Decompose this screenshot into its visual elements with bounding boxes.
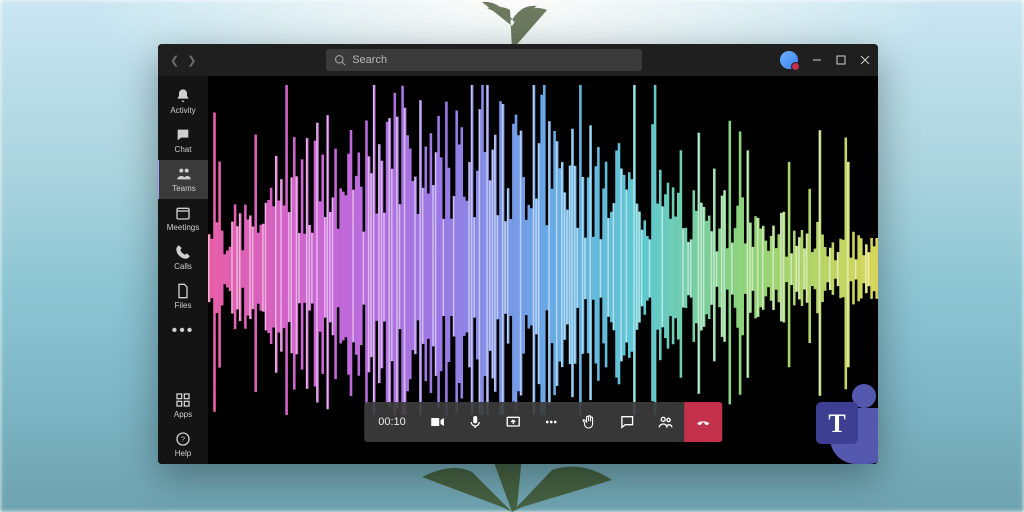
nav-back-button[interactable]: ❮ bbox=[170, 54, 179, 67]
rail-label: Help bbox=[175, 449, 191, 458]
call-timer: 00:10 bbox=[364, 416, 418, 428]
rail-label: Meetings bbox=[167, 223, 199, 232]
mic-button[interactable] bbox=[456, 402, 494, 442]
chat-icon bbox=[619, 414, 635, 430]
hangup-icon bbox=[695, 414, 711, 430]
profile-avatar[interactable] bbox=[780, 51, 798, 69]
titlebar: ❮ ❯ Search bbox=[158, 44, 878, 76]
svg-text:?: ? bbox=[181, 435, 185, 444]
share-screen-icon bbox=[505, 414, 521, 430]
rail-item-meetings[interactable]: Meetings bbox=[158, 199, 208, 238]
teams-window: ❮ ❯ Search Activity Chat Teams bbox=[158, 44, 878, 464]
raise-hand-button[interactable] bbox=[570, 402, 608, 442]
teams-icon bbox=[176, 166, 192, 182]
call-content: 00:10 bbox=[208, 76, 878, 464]
apps-icon bbox=[175, 392, 191, 408]
rail-label: Apps bbox=[174, 410, 192, 419]
call-control-bar: 00:10 bbox=[364, 402, 722, 442]
window-close-button[interactable] bbox=[860, 55, 870, 65]
chat-icon bbox=[175, 127, 191, 143]
help-icon: ? bbox=[175, 431, 191, 447]
rail-label: Files bbox=[175, 301, 192, 310]
rail-item-calls[interactable]: Calls bbox=[158, 238, 208, 277]
microphone-icon bbox=[467, 414, 483, 430]
rail-label: Chat bbox=[175, 145, 192, 154]
app-rail: Activity Chat Teams Meetings Calls Files bbox=[158, 76, 208, 464]
rail-label: Teams bbox=[172, 184, 196, 193]
rail-item-chat[interactable]: Chat bbox=[158, 121, 208, 160]
share-button[interactable] bbox=[494, 402, 532, 442]
phone-icon bbox=[175, 244, 191, 260]
search-icon bbox=[334, 54, 346, 66]
rail-item-files[interactable]: Files bbox=[158, 277, 208, 316]
file-icon bbox=[175, 283, 191, 299]
rail-label: Activity bbox=[170, 106, 195, 115]
video-icon bbox=[429, 414, 445, 430]
participants-button[interactable] bbox=[646, 402, 684, 442]
rail-label: Calls bbox=[174, 262, 192, 271]
more-icon bbox=[543, 414, 559, 430]
rail-item-help[interactable]: ? Help bbox=[158, 425, 208, 464]
camera-button[interactable] bbox=[418, 402, 456, 442]
audio-waveform bbox=[208, 80, 878, 420]
rail-item-teams[interactable]: Teams bbox=[158, 160, 209, 199]
rail-more-button[interactable]: ••• bbox=[172, 316, 195, 346]
nav-forward-button[interactable]: ❯ bbox=[187, 54, 196, 67]
calendar-icon bbox=[175, 205, 191, 221]
search-box[interactable]: Search bbox=[326, 49, 642, 71]
window-minimize-button[interactable] bbox=[812, 55, 822, 65]
chat-button[interactable] bbox=[608, 402, 646, 442]
people-icon bbox=[657, 414, 673, 430]
more-button[interactable] bbox=[532, 402, 570, 442]
rail-item-apps[interactable]: Apps bbox=[158, 386, 208, 425]
bell-icon bbox=[175, 88, 191, 104]
window-maximize-button[interactable] bbox=[836, 55, 846, 65]
raise-hand-icon bbox=[581, 414, 597, 430]
search-placeholder: Search bbox=[352, 54, 387, 66]
rail-item-activity[interactable]: Activity bbox=[158, 82, 208, 121]
hangup-button[interactable] bbox=[684, 402, 722, 442]
